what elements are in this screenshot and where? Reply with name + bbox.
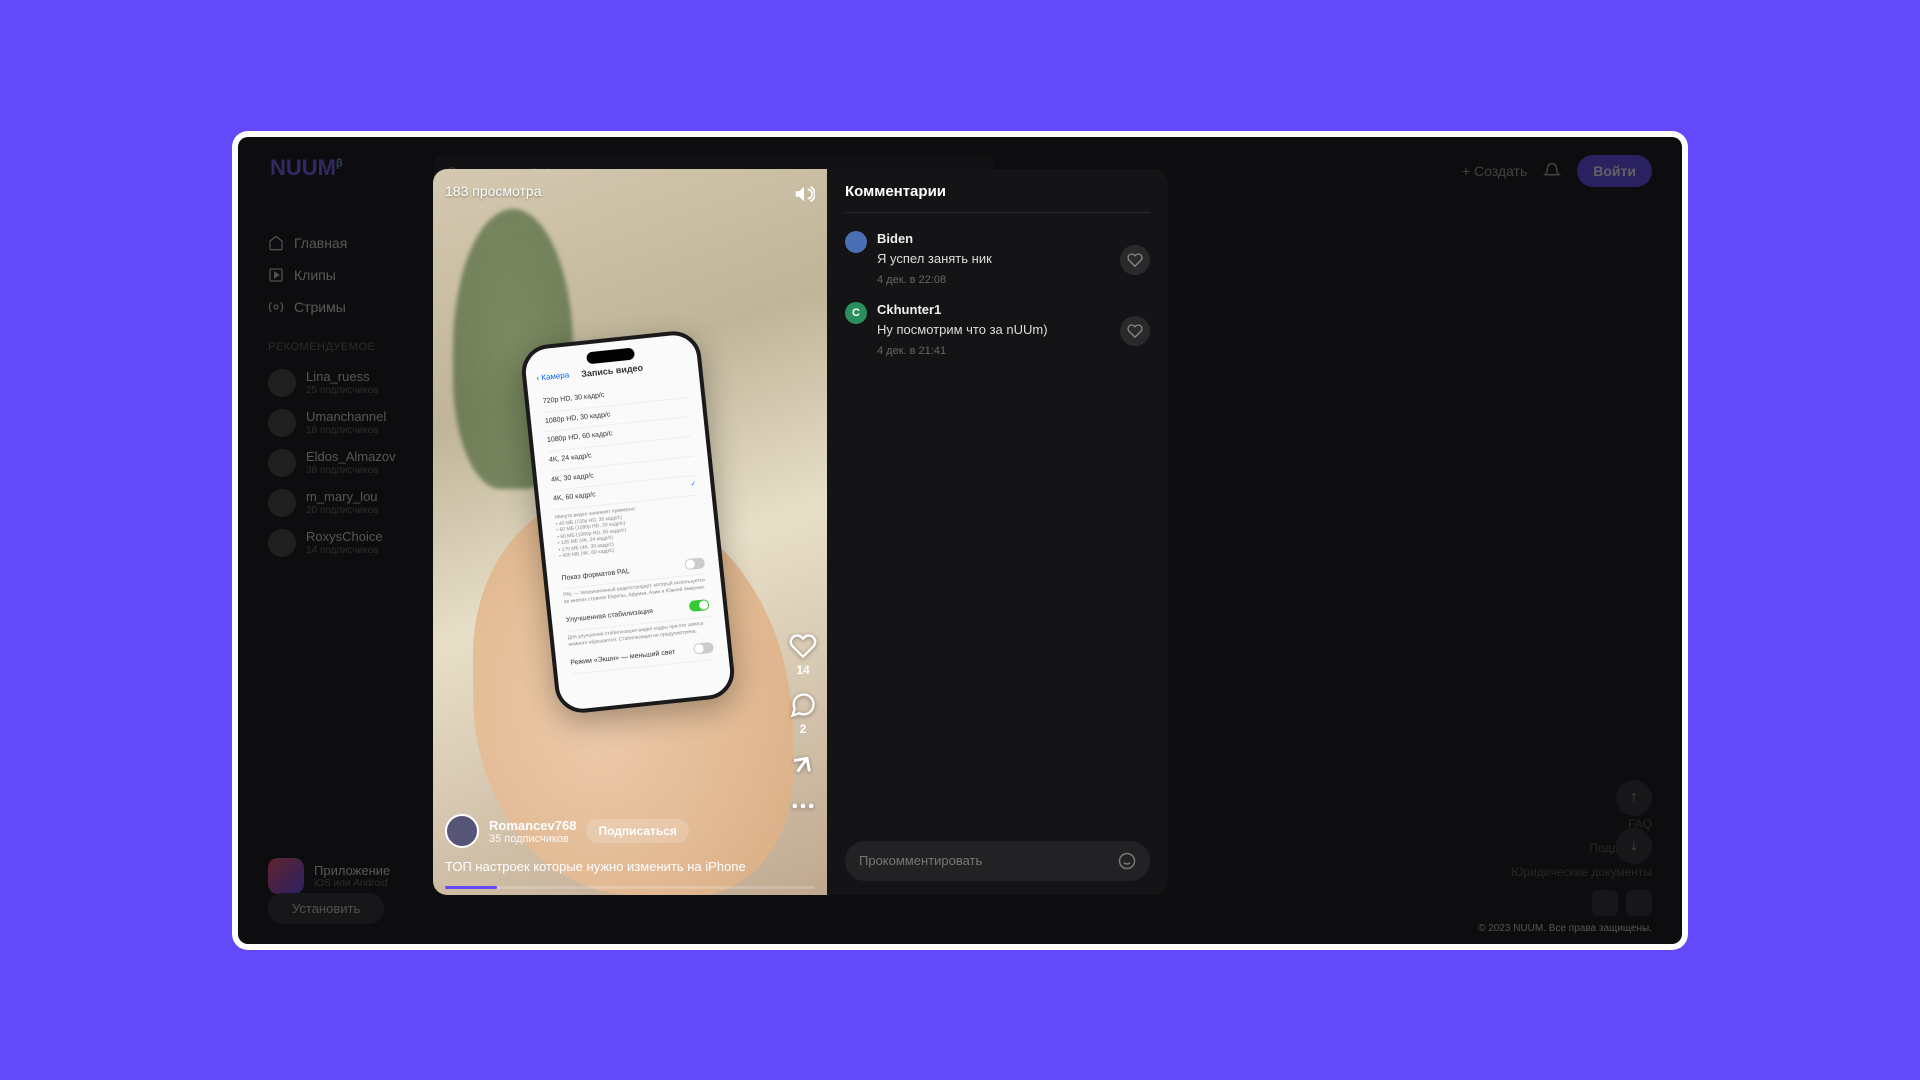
comment-avatar[interactable]: C — [845, 302, 867, 324]
avatar — [268, 529, 296, 557]
comment-author[interactable]: Ckhunter1 — [877, 302, 1110, 317]
recommended-title: РЕКОМЕНДУЕМОЕ — [268, 341, 438, 353]
avatar — [268, 449, 296, 477]
copyright: © 2023 NUUM. Все права защищены. — [1478, 923, 1652, 934]
app-icon — [268, 858, 304, 894]
comment-avatar[interactable] — [845, 231, 867, 253]
video-actions: 14 2 — [789, 632, 817, 820]
recommended-item[interactable]: Lina_ruess25 подписчиков — [268, 363, 438, 403]
vk-icon[interactable] — [1592, 890, 1618, 916]
nav-clips[interactable]: Клипы — [268, 259, 438, 291]
like-count: 14 — [796, 663, 809, 677]
video-meta: Romancev768 35 подписчиков Подписаться Т… — [445, 814, 767, 876]
logo: NUUMβ — [270, 155, 343, 181]
clips-icon — [268, 267, 284, 283]
install-button[interactable]: Установить — [268, 893, 384, 924]
like-button[interactable]: 14 — [789, 632, 817, 677]
nav-streams[interactable]: Стримы — [268, 291, 438, 323]
author-subs: 35 подписчиков — [489, 833, 576, 845]
more-button[interactable] — [789, 792, 817, 820]
subscribe-button[interactable]: Подписаться — [586, 819, 688, 843]
comments-list: Biden Я успел занять ник 4 дек. в 22:08 C Ck… — [845, 213, 1150, 841]
scroll-up-button[interactable]: ↑ — [1616, 780, 1652, 816]
telegram-icon[interactable] — [1626, 890, 1652, 916]
comment-text: Я успел занять ник — [877, 250, 1110, 268]
comment-button[interactable]: 2 — [789, 691, 817, 736]
avatar — [268, 369, 296, 397]
avatar — [268, 409, 296, 437]
comment-author[interactable]: Biden — [877, 231, 1110, 246]
comment-time: 4 дек. в 21:41 — [877, 345, 1110, 357]
video-modal: ‹ Камера Запись видео 720p HD, 30 кадр/с… — [433, 169, 1168, 895]
share-button[interactable] — [789, 750, 817, 778]
scroll-down-button[interactable]: ↓ — [1616, 828, 1652, 864]
phone-mockup: ‹ Камера Запись видео 720p HD, 30 кадр/с… — [519, 328, 737, 715]
volume-button[interactable] — [793, 183, 815, 210]
login-button[interactable]: Войти — [1577, 155, 1652, 187]
comment-item: C Ckhunter1 Ну посмотрим что за nUUm) 4 дек… — [845, 294, 1150, 365]
comment-text: Ну посмотрим что за nUUm) — [877, 321, 1110, 339]
comments-title: Комментарии — [845, 183, 1150, 213]
author-name[interactable]: Romancev768 — [489, 818, 576, 833]
sidebar: Главная Клипы Стримы РЕКОМЕНДУЕМОЕ Lina_… — [268, 227, 438, 563]
video-player[interactable]: ‹ Камера Запись видео 720p HD, 30 кадр/с… — [433, 169, 827, 895]
create-button[interactable]: + Создать — [1462, 163, 1527, 179]
recommended-item[interactable]: RoxysChoice14 подписчиков — [268, 523, 438, 563]
app-promo[interactable]: ПриложениеiOS или Android — [268, 858, 390, 894]
progress-bar[interactable] — [445, 886, 815, 889]
avatar — [268, 489, 296, 517]
home-icon — [268, 235, 284, 251]
comment-time: 4 дек. в 22:08 — [877, 274, 1110, 286]
comments-panel: Комментарии Biden Я успел занять ник 4 дек… — [827, 169, 1168, 895]
comment-like-button[interactable] — [1120, 245, 1150, 275]
recommended-item[interactable]: m_mary_lou20 подписчиков — [268, 483, 438, 523]
author-avatar[interactable] — [445, 814, 479, 848]
stream-icon — [268, 299, 284, 315]
comment-item: Biden Я успел занять ник 4 дек. в 22:08 — [845, 223, 1150, 294]
nav-home[interactable]: Главная — [268, 227, 438, 259]
comment-like-button[interactable] — [1120, 316, 1150, 346]
emoji-icon[interactable] — [1118, 852, 1136, 870]
comment-placeholder: Прокомментировать — [859, 853, 982, 868]
comment-input[interactable]: Прокомментировать — [845, 841, 1150, 881]
view-count: 183 просмотра — [445, 183, 542, 199]
bell-icon[interactable] — [1543, 162, 1561, 180]
video-title: ТОП настроек которые нужно изменить на i… — [445, 858, 767, 876]
recommended-item[interactable]: Umanchannel18 подписчиков — [268, 403, 438, 443]
recommended-item[interactable]: Eldos_Almazov38 подписчиков — [268, 443, 438, 483]
comment-count: 2 — [800, 722, 807, 736]
